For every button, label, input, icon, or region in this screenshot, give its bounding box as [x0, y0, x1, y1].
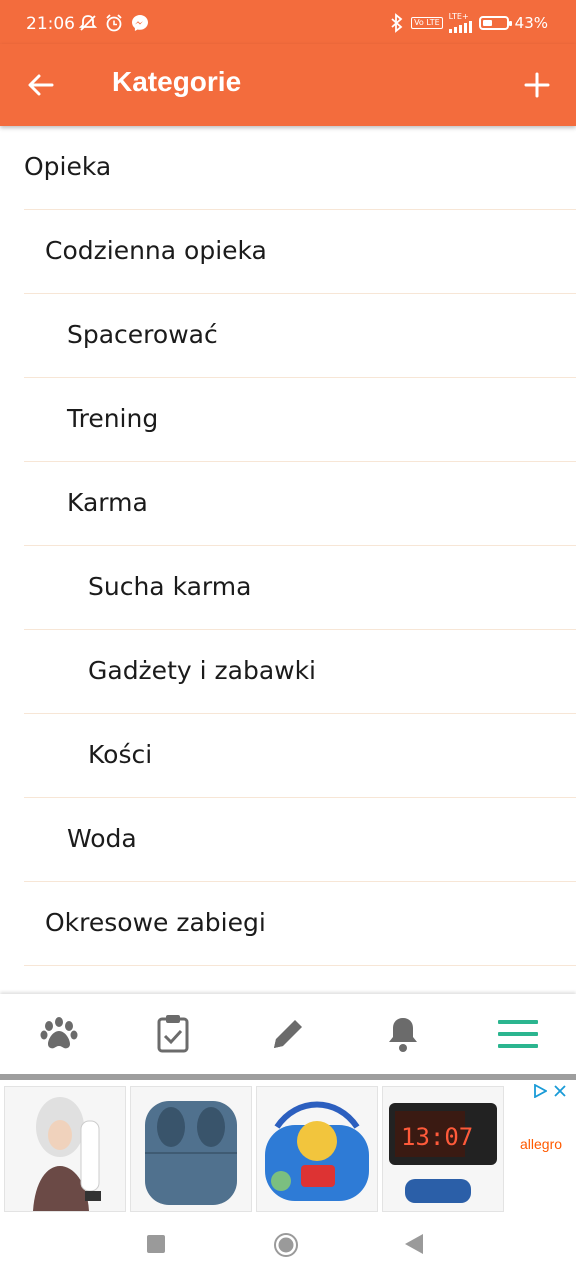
category-label: Codzienna opieka — [45, 236, 267, 265]
status-right-icons: Vo LTE LTE+ 43% — [389, 12, 548, 33]
kids-cd-player-product[interactable] — [256, 1086, 378, 1212]
battery-percent: 43% — [514, 13, 548, 32]
paw-icon[interactable] — [37, 1012, 81, 1056]
battery-icon — [478, 15, 512, 30]
category-row[interactable]: Trening — [24, 378, 576, 462]
alarm-clock-product[interactable]: 13:07 — [382, 1086, 504, 1212]
status-left-icons — [78, 13, 150, 33]
menu-icon[interactable] — [496, 1012, 540, 1056]
category-list: Opieka Codzienna opieka Spacerować Trening K… — [0, 126, 576, 966]
close-icon[interactable] — [553, 1084, 567, 1098]
bluetooth-icon — [391, 12, 403, 33]
signal-icon — [448, 21, 472, 33]
messenger-icon — [132, 15, 148, 31]
recents-square-icon[interactable] — [147, 1235, 165, 1253]
ad-banner[interactable]: 13:07 allegro — [0, 1074, 576, 1212]
category-label: Karma — [67, 488, 148, 517]
status-bar: 21:06 Vo LTE LTE+ 43% — [0, 0, 576, 44]
category-row[interactable]: Gadżety i zabawki — [24, 630, 576, 714]
signal-block: LTE+ — [448, 12, 473, 33]
category-label: Sucha karma — [88, 572, 252, 601]
ad-brand[interactable]: allegro — [520, 1136, 562, 1152]
arrow-left-icon[interactable] — [24, 68, 58, 102]
back-triangle-icon[interactable] — [405, 1234, 423, 1254]
ad-choices[interactable] — [533, 1084, 567, 1098]
alarm-icon — [106, 14, 122, 32]
category-label: Okresowe zabiegi — [45, 908, 266, 937]
ad-choices-icon[interactable] — [533, 1084, 547, 1098]
category-row[interactable]: Spacerować — [24, 294, 576, 378]
hooded-dryer-product[interactable] — [4, 1086, 126, 1212]
category-row[interactable]: Kości — [24, 714, 576, 798]
category-label: Trening — [67, 404, 159, 433]
category-row[interactable]: Sucha karma — [24, 546, 576, 630]
category-row[interactable]: Codzienna opieka — [24, 210, 576, 294]
category-row[interactable]: Woda — [24, 798, 576, 882]
clipboard-check-icon[interactable] — [151, 1012, 195, 1056]
category-label: Woda — [67, 824, 137, 853]
home-circle-icon[interactable] — [273, 1232, 299, 1258]
pencil-icon[interactable] — [266, 1012, 310, 1056]
app-bar: Kategorie — [0, 44, 576, 126]
plus-icon[interactable] — [520, 68, 554, 102]
page-title: Kategorie — [112, 66, 242, 97]
muted-notification-icon — [78, 15, 98, 31]
volte-badge: Vo LTE — [411, 16, 443, 29]
lte-label: LTE+ — [448, 12, 469, 21]
category-label: Opieka — [24, 152, 112, 181]
category-label: Gadżety i zabawki — [88, 656, 317, 685]
category-row[interactable]: Okresowe zabiegi — [24, 882, 576, 966]
category-label: Spacerować — [67, 320, 218, 349]
svg-text:13:07: 13:07 — [401, 1123, 473, 1151]
earbuds-case-product[interactable] — [130, 1086, 252, 1212]
category-row[interactable]: Karma — [24, 462, 576, 546]
system-navigation — [0, 1212, 576, 1280]
clock: 21:06 — [26, 14, 75, 34]
bell-icon[interactable] — [381, 1012, 425, 1056]
bottom-navigation — [0, 994, 576, 1074]
category-row[interactable]: Opieka — [24, 126, 576, 210]
category-label: Kości — [88, 740, 153, 769]
